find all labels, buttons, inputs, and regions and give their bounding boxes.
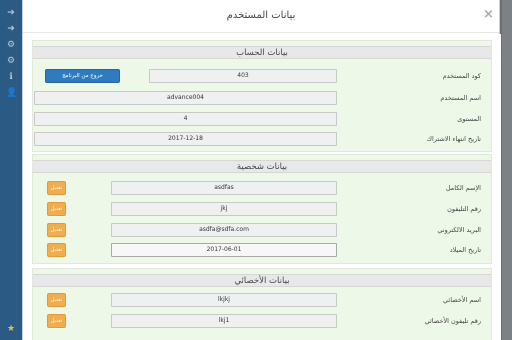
- account-row-username: advance004 اسم المستخدم: [33, 91, 491, 107]
- fullname-field[interactable]: asdfas: [111, 181, 337, 195]
- birthdate-label: تاريخ الميلاد: [449, 246, 481, 254]
- account-section-title: بيانات الحساب: [33, 46, 491, 59]
- arrow-right-icon[interactable]: ➜: [6, 24, 16, 34]
- user-icon[interactable]: 👤: [6, 88, 17, 98]
- email-field[interactable]: asdfa@sdfa.com: [111, 223, 337, 237]
- gear-icon[interactable]: ⚙: [6, 40, 16, 50]
- user-data-modal: × بيانات المستخدم بيانات الحساب خروج من …: [22, 0, 501, 340]
- edit-phone-button[interactable]: تعديل: [47, 202, 66, 216]
- user-code-label: كود المستخدم: [442, 72, 481, 80]
- personal-section: بيانات شخصية تعديل asdfas الإسم الكامل ت…: [32, 154, 492, 264]
- specialist-row-phone: تعديل lkj1 رقم تليفون الأخصائي: [33, 314, 491, 330]
- sidebar: ➔ ➜ ⚙ ⚙ ℹ 👤 ★: [0, 0, 22, 340]
- level-label: المستوى: [457, 115, 481, 123]
- account-row-expiry: 2017-12-18 تاريخ انتهاء الاشتراك: [33, 132, 491, 148]
- subscription-expiry-field[interactable]: 2017-12-18: [34, 132, 337, 146]
- specialist-row-name: تعديل lkjkj اسم الأخصائي: [33, 293, 491, 309]
- gear-icon[interactable]: ⚙: [6, 56, 16, 66]
- specialist-section: بيانات الأخصائي تعديل lkjkj اسم الأخصائي…: [32, 268, 492, 340]
- page-edge: [502, 0, 512, 340]
- account-section: بيانات الحساب خروج من البرنامج 403 كود ا…: [32, 40, 492, 152]
- specialist-phone-label: رقم تليفون الأخصائي: [424, 317, 481, 325]
- account-row-user-code: خروج من البرنامج 403 كود المستخدم: [33, 69, 491, 85]
- phone-label: رقم التليفون: [447, 205, 481, 213]
- level-field[interactable]: 4: [34, 112, 337, 126]
- username-label: اسم المستخدم: [440, 94, 481, 102]
- personal-section-title: بيانات شخصية: [33, 160, 491, 173]
- account-row-level: 4 المستوى: [33, 112, 491, 128]
- modal-header: × بيانات المستخدم: [23, 0, 499, 33]
- birthdate-field[interactable]: 2017-06-01: [111, 243, 337, 257]
- arrow-right-icon[interactable]: ➔: [6, 8, 16, 18]
- edit-specialist-name-button[interactable]: تعديل: [47, 293, 66, 307]
- edit-email-button[interactable]: تعديل: [47, 223, 66, 237]
- edit-specialist-phone-button[interactable]: تعديل: [47, 314, 66, 328]
- info-icon[interactable]: ℹ: [6, 72, 16, 82]
- personal-row-phone: تعديل jkj رقم التليفون: [33, 202, 491, 218]
- username-field[interactable]: advance004: [34, 91, 337, 105]
- star-icon[interactable]: ★: [6, 324, 16, 334]
- subscription-expiry-label: تاريخ انتهاء الاشتراك: [426, 135, 481, 143]
- fullname-label: الإسم الكامل: [445, 184, 481, 192]
- personal-row-email: تعديل asdfa@sdfa.com البريد الالكتروني: [33, 223, 491, 239]
- exit-program-button[interactable]: خروج من البرنامج: [45, 69, 120, 83]
- specialist-name-field[interactable]: lkjkj: [111, 293, 337, 307]
- edit-birthdate-button[interactable]: تعديل: [47, 243, 66, 257]
- modal-body: بيانات الحساب خروج من البرنامج 403 كود ا…: [23, 34, 501, 340]
- modal-title: بيانات المستخدم: [226, 10, 296, 21]
- personal-row-fullname: تعديل asdfas الإسم الكامل: [33, 181, 491, 197]
- specialist-name-label: اسم الأخصائي: [442, 296, 481, 304]
- specialist-phone-field[interactable]: lkj1: [111, 314, 337, 328]
- specialist-section-title: بيانات الأخصائي: [33, 274, 491, 287]
- user-code-field[interactable]: 403: [149, 69, 337, 83]
- edit-fullname-button[interactable]: تعديل: [47, 181, 66, 195]
- personal-row-birthdate: تعديل 2017-06-01 تاريخ الميلاد: [33, 243, 491, 259]
- phone-field[interactable]: jkj: [111, 202, 337, 216]
- email-label: البريد الالكتروني: [437, 226, 481, 234]
